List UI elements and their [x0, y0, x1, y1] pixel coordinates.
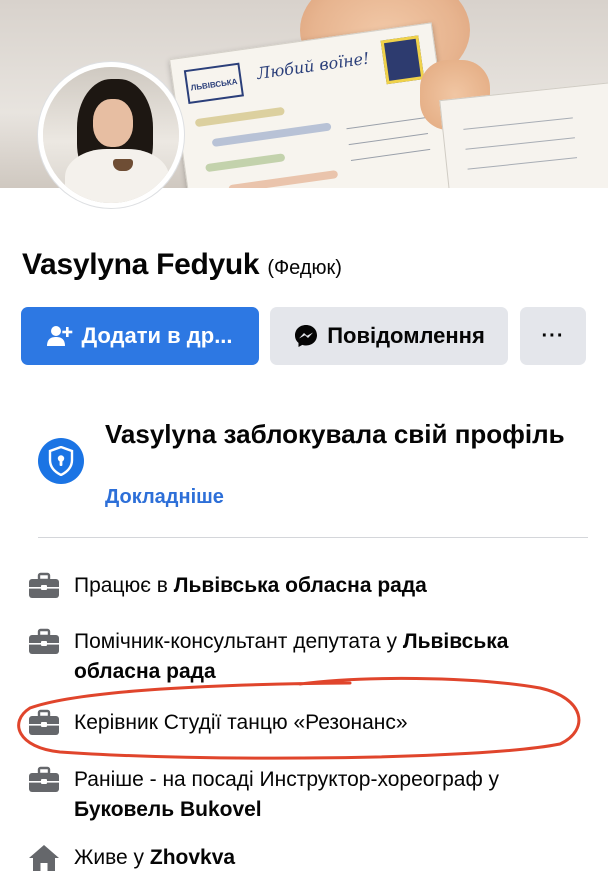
detail-work-org[interactable]: Львівська обласна рада — [174, 574, 427, 597]
postcard-address-line — [346, 117, 426, 130]
detail-studio-text: Керівник Студії танцю «Резонанс» — [74, 711, 408, 734]
detail-item-assistant: Помічник-консультант депутата у Львівськ… — [28, 627, 588, 687]
detail-item-lives: Живе у Zhovkva — [28, 843, 235, 873]
avatar-face — [93, 99, 133, 147]
postcard-line — [467, 157, 578, 170]
postcard-scribble — [205, 153, 286, 173]
profile-avatar[interactable] — [38, 62, 184, 208]
briefcase-icon — [29, 572, 59, 598]
locked-profile-title: Vasylyna заблокувала свій профіль — [105, 419, 565, 449]
detail-item-work: Працює в Львівська обласна рада — [28, 571, 427, 601]
profile-name-row: Vasylyna Fedyuk (Федюк) — [22, 248, 342, 282]
postcard-logo-text: ЛЬВІВСЬКА — [190, 77, 239, 93]
briefcase-icon — [29, 628, 59, 654]
avatar-cup — [113, 159, 133, 171]
postcard-logo: ЛЬВІВСЬКА — [183, 62, 244, 105]
avatar-blouse — [65, 149, 169, 203]
add-friend-button[interactable]: Додати в др... — [21, 307, 259, 365]
detail-previous-prefix: Раніше - на посаді Инструктор-хореограф … — [74, 768, 500, 791]
section-divider — [38, 537, 588, 538]
postcard-line — [463, 117, 573, 130]
message-label: Повідомлення — [327, 323, 485, 348]
messenger-icon — [293, 324, 319, 348]
profile-alternate-name: (Федюк) — [267, 257, 342, 279]
detail-item-previous: Раніше - на посаді Инструктор-хореограф … — [28, 765, 588, 825]
cover-postcard: ЛЬВІВСЬКА Любий воїне! — [169, 22, 456, 188]
detail-lives-place[interactable]: Zhovkva — [150, 846, 235, 869]
briefcase-icon — [29, 709, 59, 735]
postcard-heading: Любий воїне! — [255, 48, 371, 84]
detail-item-studio: Керівник Студії танцю «Резонанс» — [28, 708, 408, 738]
postcard-scribble — [194, 106, 285, 128]
postcard-scribble — [228, 169, 339, 188]
detail-work-prefix: Працює в — [74, 574, 174, 597]
more-options-button[interactable]: ··· — [520, 307, 586, 365]
detail-assistant-prefix: Помічник-консультант депутата у — [74, 630, 403, 653]
postcard-stamp — [380, 35, 425, 85]
postcard-address-line — [348, 132, 429, 146]
postcard-line — [465, 137, 575, 150]
message-button[interactable]: Повідомлення — [270, 307, 508, 365]
postcard-scribble — [211, 122, 332, 148]
postcard-address-line — [350, 148, 431, 161]
cover-postcard-second — [439, 80, 608, 188]
detail-lives-prefix: Живе у — [74, 846, 150, 869]
home-icon — [29, 845, 59, 871]
more-options-icon: ··· — [541, 324, 565, 347]
add-friend-icon — [47, 324, 73, 348]
detail-previous-org[interactable]: Буковель Bukovel — [74, 798, 262, 821]
profile-name: Vasylyna Fedyuk — [22, 248, 260, 281]
learn-more-link[interactable]: Докладніше — [105, 486, 224, 509]
add-friend-label: Додати в др... — [81, 323, 233, 348]
locked-profile-shield-icon — [38, 438, 84, 484]
briefcase-icon — [29, 766, 59, 792]
